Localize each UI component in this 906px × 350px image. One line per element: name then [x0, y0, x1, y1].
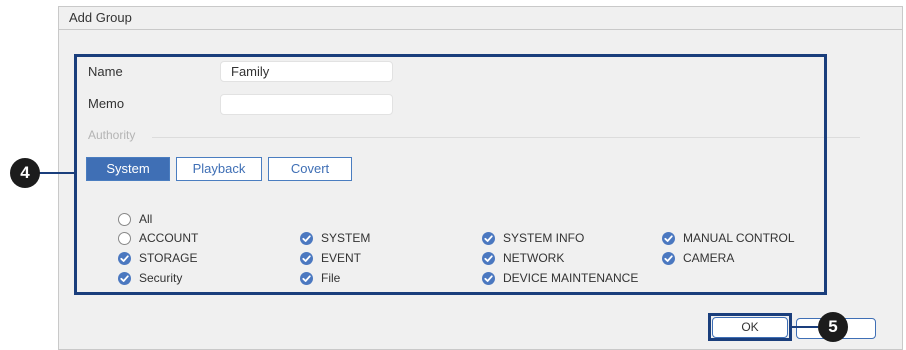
step5-highlight	[708, 313, 792, 341]
step5-callout-line	[792, 326, 818, 328]
step4-callout-line	[38, 172, 76, 174]
dialog-title: Add Group	[69, 10, 132, 25]
step5-callout: 5	[818, 312, 848, 342]
title-divider	[59, 29, 902, 30]
step4-highlight	[74, 54, 827, 295]
step4-callout: 4	[10, 158, 40, 188]
